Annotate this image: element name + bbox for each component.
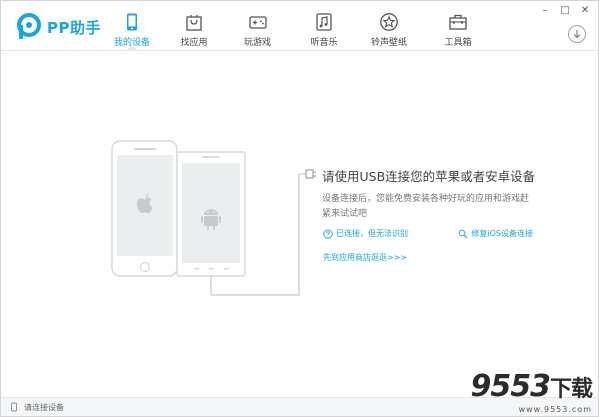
arrow-down-icon (573, 30, 581, 39)
tab-find-apps[interactable]: 找应用 (163, 1, 225, 51)
connection-status-text: 请连接设备 (24, 402, 64, 412)
device-status-icon (11, 402, 17, 412)
minimize-button[interactable]: – (538, 3, 552, 17)
app-logo: PP助手 (15, 13, 101, 41)
fix-ios-connection-link[interactable]: 修复iOS设备连接 (458, 228, 533, 239)
tab-label: 听音乐 (310, 38, 338, 48)
gamepad-icon (248, 16, 267, 29)
question-circle-icon (323, 228, 333, 239)
tab-label: 铃声壁纸 (370, 38, 407, 48)
fix-ios-connection-label: 修复iOS设备连接 (471, 229, 533, 238)
connected-unrecognized-label: 已连接，但无法识别 (336, 229, 408, 238)
close-button[interactable]: ✕ (578, 3, 592, 17)
usb-plug-icon (305, 169, 316, 179)
maximize-button[interactable]: □ (558, 3, 572, 17)
tab-label: 工具箱 (444, 38, 472, 48)
shopping-bag-icon (186, 15, 202, 31)
main-nav: 我的设备 找应用 玩游戏 听音乐 铃声壁纸 工具箱 (101, 1, 496, 51)
pp-logo-icon (17, 13, 41, 39)
app-window: PP助手 我的设备 找应用 玩游戏 听音乐 铃声壁纸 工具箱 – □ ✕ 请使用… (0, 0, 599, 417)
tab-music[interactable]: 听音乐 (290, 1, 358, 51)
tab-label: 找应用 (180, 38, 208, 48)
browse-app-store-link[interactable]: 先到应用商店逛逛>>> (323, 252, 407, 263)
watermark-url: www.9553.com (518, 405, 592, 414)
download-manager-button[interactable] (568, 25, 586, 43)
window-controls: – □ ✕ (538, 3, 592, 17)
tab-ringtones-wallpapers[interactable]: 铃声壁纸 (358, 1, 420, 51)
connect-prompt-description: 设备连接后，您能免费安装各种好玩的应用和游戏赶紧来试试吧 (322, 194, 530, 219)
connected-unrecognized-link[interactable]: 已连接，但无法识别 (323, 228, 408, 239)
phone-icon (127, 13, 137, 31)
watermark-logo: 9553下载 (470, 369, 593, 404)
app-name: PP助手 (47, 18, 101, 37)
site-watermark: 9553下载 www.9553.com (470, 369, 593, 415)
tab-games[interactable]: 玩游戏 (225, 1, 290, 51)
tab-toolbox[interactable]: 工具箱 (420, 1, 496, 51)
music-icon (316, 13, 332, 31)
toolbox-icon (449, 14, 467, 30)
connect-prompt-title: 请使用USB连接您的苹果或者安卓设备 (322, 169, 536, 184)
tab-my-device[interactable]: 我的设备 (101, 1, 163, 51)
help-links: 已连接，但无法识别 修复iOS设备连接 (323, 228, 533, 239)
title-bar: PP助手 我的设备 找应用 玩游戏 听音乐 铃声壁纸 工具箱 – □ ✕ (1, 1, 598, 51)
star-icon (380, 13, 398, 31)
device-connection-illustration (111, 140, 316, 296)
device-panel: 请使用USB连接您的苹果或者安卓设备 设备连接后，您能免费安装各种好玩的应用和游… (1, 52, 598, 397)
wrench-icon (459, 229, 468, 238)
tab-label: 玩游戏 (243, 38, 271, 48)
tab-label: 我的设备 (113, 38, 150, 48)
